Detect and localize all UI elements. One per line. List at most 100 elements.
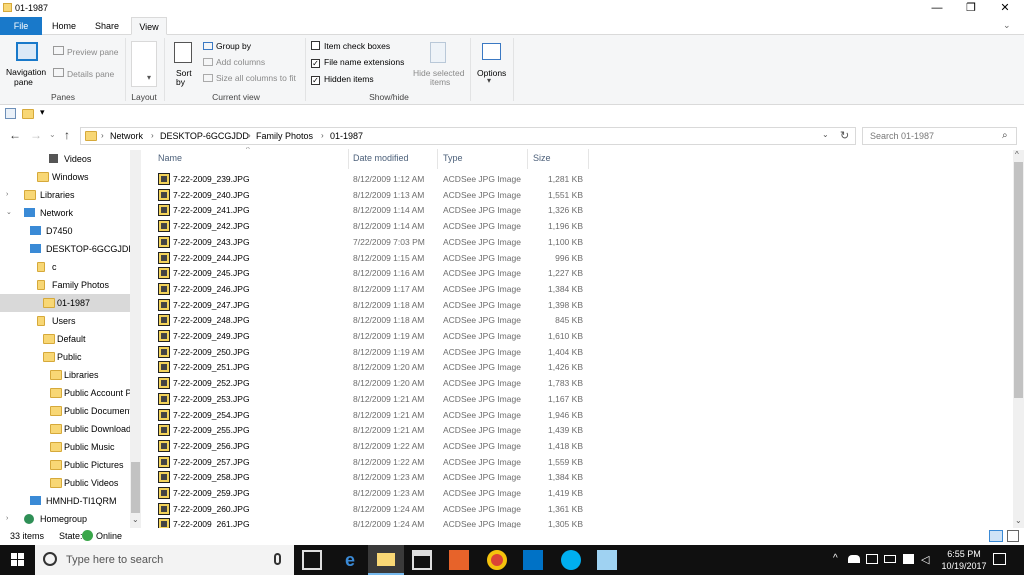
details-pane-button[interactable]: Details pane [67,69,114,79]
chevron-down-icon[interactable]: ⌄ [1003,20,1011,31]
table-row[interactable]: 7-22-2009_242.JPG 8/12/2009 1:14 AM ACDSee… [150,219,590,235]
table-row[interactable]: 7-22-2009_259.JPG 8/12/2009 1:23 AM ACDSee… [150,486,590,502]
details-view-icon[interactable] [989,530,1003,542]
store-icon[interactable] [412,550,432,570]
nav-item-public-pictures[interactable]: Public Pictures [0,456,130,474]
chevron-right-icon[interactable]: › [101,131,104,140]
table-row[interactable]: 7-22-2009_257.JPG 8/12/2009 1:22 AM ACDSee… [150,455,590,471]
column-header-name[interactable]: Name [158,153,182,163]
table-row[interactable]: 7-22-2009_247.JPG 8/12/2009 1:18 AM ACDSee… [150,298,590,314]
app-icon[interactable] [597,550,617,570]
tab-view[interactable]: View [131,17,167,35]
file-name-extensions-toggle[interactable]: ✓ File name extensions [311,57,404,68]
table-row[interactable]: 7-22-2009_256.JPG 8/12/2009 1:22 AM ACDSee… [150,439,590,455]
column-header-date[interactable]: Date modified [353,153,409,163]
volume-icon[interactable]: ◁ [921,553,929,566]
nav-item-users[interactable]: Users [0,312,130,330]
breadcrumb-desktop[interactable]: DESKTOP-6GCGJDD [160,131,249,141]
chevron-right-icon[interactable]: › [248,131,251,140]
column-separator[interactable] [348,149,349,169]
nav-item-public-downloads[interactable]: Public Downloads [0,420,130,438]
table-row[interactable]: 7-22-2009_249.JPG 8/12/2009 1:19 AM ACDSee… [150,329,590,345]
up-arrow-icon[interactable]: ↑ [64,128,70,142]
nav-item-libraries[interactable]: › Libraries [0,186,130,204]
nav-item-hmnhd[interactable]: HMNHD-TI1QRM [0,492,130,510]
table-row[interactable]: 7-22-2009_241.JPG 8/12/2009 1:14 AM ACDSee… [150,203,590,219]
table-row[interactable]: 7-22-2009_251.JPG 8/12/2009 1:20 AM ACDSee… [150,360,590,376]
taskbar-file-explorer[interactable] [368,545,404,575]
search-icon[interactable]: ⌕ [1002,130,1008,141]
chevron-down-icon[interactable]: ▾ [487,76,491,85]
group-by-button[interactable]: Group by [216,41,251,51]
nav-item-01-1987[interactable]: 01-1987 [0,294,130,312]
onedrive-icon[interactable] [848,555,860,563]
chrome-icon[interactable] [487,550,507,570]
taskbar-search-box[interactable]: Type here to search [35,545,294,575]
table-row[interactable]: 7-22-2009_243.JPG 7/22/2009 7:03 PM ACDSee… [150,235,590,251]
windows-start-icon[interactable] [11,553,24,566]
clock-time[interactable]: 6:55 PM [944,549,984,559]
breadcrumb-network[interactable]: Network [110,131,143,141]
table-row[interactable]: 7-22-2009_245.JPG 8/12/2009 1:16 AM ACDSee… [150,266,590,282]
hidden-items-toggle[interactable]: ✓ Hidden items [311,74,374,85]
nav-item-public-music[interactable]: Public Music [0,438,130,456]
skype-icon[interactable] [561,550,581,570]
power-icon[interactable] [903,554,914,564]
navigation-pane-button[interactable]: Navigation [6,67,46,77]
outlook-icon[interactable] [523,550,543,570]
table-row[interactable]: 7-22-2009_254.JPG 8/12/2009 1:21 AM ACDSee… [150,408,590,424]
nav-item-default[interactable]: Default [0,330,130,348]
nav-item-public-documents[interactable]: Public Documents [0,402,130,420]
tab-home[interactable]: Home [46,17,82,35]
nav-item-public-libraries[interactable]: Libraries [0,366,130,384]
table-row[interactable]: 7-22-2009_248.JPG 8/12/2009 1:18 AM ACDSee… [150,313,590,329]
table-row[interactable]: 7-22-2009_252.JPG 8/12/2009 1:20 AM ACDSee… [150,376,590,392]
large-icons-view-icon[interactable] [1007,530,1019,542]
properties-icon[interactable] [5,108,16,119]
media-player-icon[interactable] [449,550,469,570]
table-row[interactable]: 7-22-2009_240.JPG 8/12/2009 1:13 AM ACDSee… [150,188,590,204]
column-separator[interactable] [437,149,438,169]
search-input[interactable]: Search 01-1987 ⌕ [862,127,1017,145]
chevron-right-icon[interactable]: › [6,510,8,528]
show-hidden-icons-icon[interactable]: ^ [833,553,838,564]
maximize-button[interactable]: ❐ [954,0,988,16]
nav-item-public-videos[interactable]: Public Videos [0,474,130,492]
address-bar[interactable]: › Network › DESKTOP-6GCGJDD › Family Pho… [80,127,856,145]
table-row[interactable]: 7-22-2009_261.JPG 8/12/2009 1:24 AM ACDSee… [150,517,590,528]
breadcrumb-current[interactable]: 01-1987 [330,131,363,141]
checkbox-checked[interactable]: ✓ [311,76,320,85]
nav-item-public-account-pictures[interactable]: Public Account Pi [0,384,130,402]
item-check-boxes-toggle[interactable]: Item check boxes [311,41,390,51]
layout-gallery[interactable] [131,41,157,87]
table-row[interactable]: 7-22-2009_255.JPG 8/12/2009 1:21 AM ACDSee… [150,423,590,439]
table-row[interactable]: 7-22-2009_253.JPG 8/12/2009 1:21 AM ACDSee… [150,392,590,408]
back-arrow-icon[interactable]: ← [9,128,21,142]
chevron-right-icon[interactable]: › [151,131,154,140]
nav-item-videos[interactable]: Videos [0,150,130,168]
chevron-down-icon[interactable]: ⌄ [6,204,12,222]
nav-item-c[interactable]: c [0,258,130,276]
chevron-down-icon[interactable]: ▾ [147,73,151,82]
scroll-down-icon[interactable]: ⌄ [1015,516,1022,525]
table-row[interactable]: 7-22-2009_244.JPG 8/12/2009 1:15 AM ACDSee… [150,251,590,267]
file-list-scrollbar-thumb[interactable] [1014,162,1023,398]
network-tray-icon[interactable] [866,554,878,564]
task-view-icon[interactable] [302,550,322,570]
new-folder-icon[interactable] [22,109,34,119]
breadcrumb-family-photos[interactable]: Family Photos [256,131,313,141]
tab-share[interactable]: Share [88,17,126,35]
column-header-size[interactable]: Size [533,153,551,163]
add-columns-button[interactable]: Add columns [216,57,265,67]
refresh-icon[interactable]: ↻ [840,129,849,142]
nav-item-windows[interactable]: Windows [0,168,130,186]
nav-item-homegroup[interactable]: › Homegroup [0,510,130,528]
table-row[interactable]: 7-22-2009_250.JPG 8/12/2009 1:19 AM ACDSee… [150,345,590,361]
table-row[interactable]: 7-22-2009_246.JPG 8/12/2009 1:17 AM ACDSee… [150,282,590,298]
nav-item-desktop[interactable]: DESKTOP-6GCGJDD [0,240,130,258]
clock-date[interactable]: 10/19/2017 [939,561,989,571]
column-separator[interactable] [588,149,589,169]
preview-pane-button[interactable]: Preview pane [67,47,119,57]
checkbox-unchecked[interactable] [311,41,320,50]
checkbox-checked[interactable]: ✓ [311,59,320,68]
